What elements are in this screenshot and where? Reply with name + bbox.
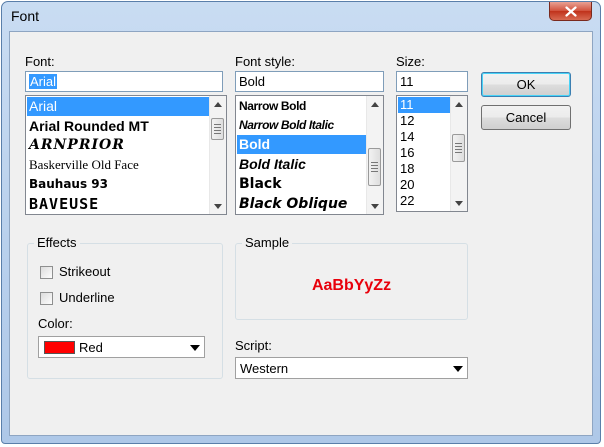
font-item-arial[interactable]: Arial (27, 97, 209, 116)
style-item-bold-italic[interactable]: Bold Italic (237, 154, 366, 174)
color-swatch (44, 341, 75, 354)
font-style-list-scrollbar[interactable] (366, 96, 383, 214)
font-item-baveuse[interactable]: BAVEUSE (27, 194, 209, 213)
size-item-12[interactable]: 12 (398, 113, 450, 129)
close-button[interactable] (549, 2, 592, 21)
style-item-narrow-bold[interactable]: Narrow Bold (237, 97, 366, 116)
size-list[interactable]: 11 12 14 16 18 20 22 (396, 95, 468, 212)
font-style-label: Font style: (235, 54, 295, 69)
script-select[interactable]: Western (235, 357, 468, 379)
font-style-list[interactable]: Narrow Bold Narrow Bold Italic Bold Bold… (235, 95, 384, 215)
size-item-22[interactable]: 22 (398, 193, 450, 209)
scroll-up-icon[interactable] (451, 96, 467, 112)
font-name-value: Arial (29, 74, 58, 89)
size-list-items: 11 12 14 16 18 20 22 (398, 97, 450, 210)
scroll-down-icon[interactable] (367, 198, 383, 214)
effects-title: Effects (34, 235, 80, 250)
size-field[interactable]: 11 (396, 71, 468, 92)
font-item-arnprior[interactable]: ARNPRIOR (27, 136, 209, 155)
scroll-up-icon[interactable] (210, 96, 226, 112)
ok-button[interactable]: OK (481, 72, 571, 97)
size-label: Size: (396, 54, 425, 69)
dialog-title: Font (11, 8, 40, 24)
effects-group: Effects Strikeout Underline Color: Red (27, 235, 223, 379)
style-item-black[interactable]: Black (237, 174, 366, 194)
font-style-list-items: Narrow Bold Narrow Bold Italic Bold Bold… (237, 97, 366, 213)
close-icon (564, 5, 577, 17)
font-label: Font: (25, 54, 55, 69)
size-item-18[interactable]: 18 (398, 161, 450, 177)
font-item-baskerville-old-face[interactable]: Baskerville Old Face (27, 155, 209, 174)
scroll-down-icon[interactable] (451, 195, 467, 211)
size-item-11[interactable]: 11 (398, 97, 450, 113)
style-item-black-oblique[interactable]: Black Oblique (237, 194, 366, 213)
cancel-button[interactable]: Cancel (481, 105, 571, 130)
underline-checkbox[interactable] (40, 292, 53, 305)
strikeout-label[interactable]: Strikeout (59, 264, 110, 279)
font-style-field[interactable]: Bold (235, 71, 384, 92)
font-name-field[interactable]: Arial (25, 71, 223, 92)
sample-title: Sample (242, 235, 293, 250)
font-list[interactable]: Arial Arial Rounded MT ARNPRIOR Baskervi… (25, 95, 227, 215)
font-list-scrollbar[interactable] (209, 96, 226, 214)
sample-group: Sample AaBbYyZz (235, 235, 468, 320)
chevron-down-icon[interactable] (453, 366, 463, 372)
size-list-scroll-thumb[interactable] (452, 134, 465, 162)
underline-label[interactable]: Underline (59, 290, 115, 305)
sample-text: AaBbYyZz (311, 277, 392, 294)
font-style-list-scroll-thumb[interactable] (368, 148, 381, 186)
chevron-down-icon[interactable] (190, 345, 200, 351)
size-item-20[interactable]: 20 (398, 177, 450, 193)
color-select[interactable]: Red (38, 336, 205, 358)
script-value: Western (240, 361, 289, 376)
size-item-16[interactable]: 16 (398, 145, 450, 161)
font-style-value: Bold (239, 74, 266, 89)
dialog-client: Font: Arial Arial Arial Rounded MT ARNPR… (9, 31, 593, 436)
color-value: Red (79, 340, 103, 355)
strikeout-checkbox[interactable] (40, 266, 53, 279)
color-label: Color: (38, 316, 73, 331)
size-value: 11 (400, 74, 414, 89)
style-item-narrow-bold-italic[interactable]: Narrow Bold Italic (237, 116, 366, 135)
font-list-scroll-thumb[interactable] (211, 118, 224, 140)
title-bar[interactable]: Font (2, 2, 600, 32)
size-list-scrollbar[interactable] (450, 96, 467, 211)
style-item-bold[interactable]: Bold (237, 135, 366, 154)
font-item-arial-rounded-mt[interactable]: Arial Rounded MT (27, 116, 209, 136)
script-label: Script: (235, 338, 272, 353)
font-list-items: Arial Arial Rounded MT ARNPRIOR Baskervi… (27, 97, 209, 213)
size-item-14[interactable]: 14 (398, 129, 450, 145)
font-item-bauhaus-93[interactable]: Bauhaus 93 (27, 174, 209, 194)
scroll-up-icon[interactable] (367, 96, 383, 112)
font-dialog: Font Font: Arial Arial Arial Rounded MT … (1, 1, 601, 444)
scroll-down-icon[interactable] (210, 198, 226, 214)
